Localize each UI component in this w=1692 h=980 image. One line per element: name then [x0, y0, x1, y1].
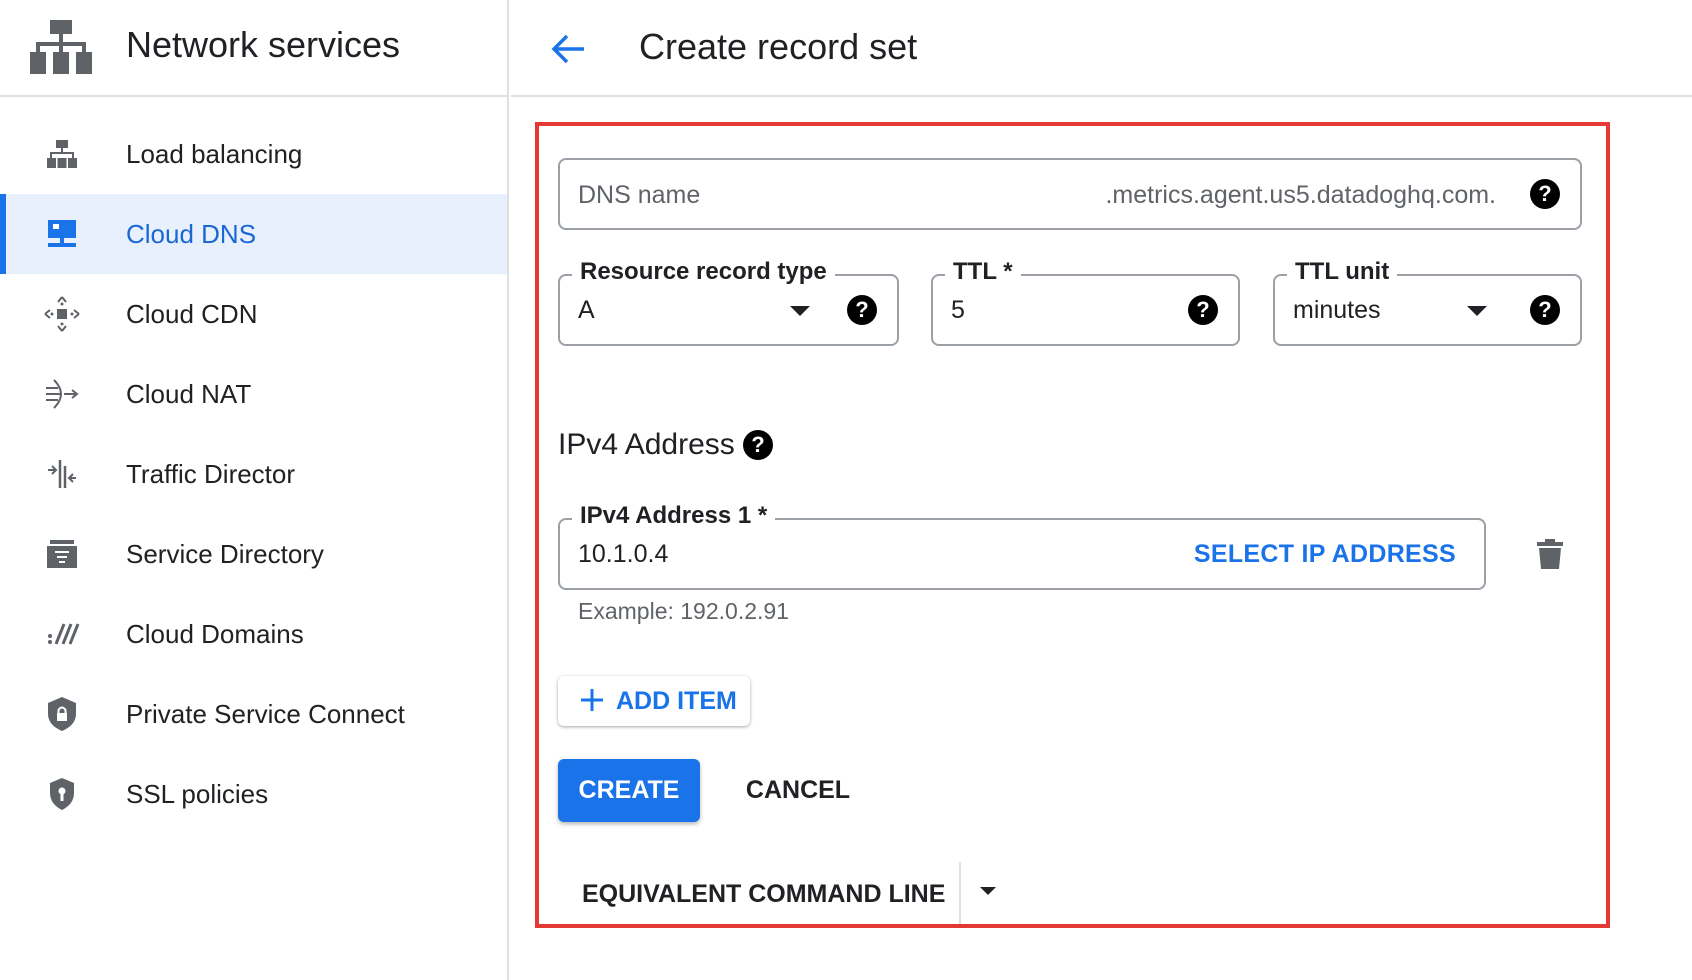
- trash-icon[interactable]: [1536, 538, 1564, 570]
- ttl-value: 5: [951, 296, 965, 324]
- chevron-down-icon: [980, 887, 996, 895]
- sidebar-item-traffic-director[interactable]: Traffic Director: [0, 434, 507, 514]
- sidebar: Network services Load balancing Cloud DN…: [0, 0, 509, 980]
- cloud-cdn-icon: [44, 296, 80, 332]
- sidebar-item-label: SSL policies: [126, 778, 269, 809]
- ttl-unit-value: minutes: [1293, 296, 1381, 324]
- ttl-unit-label: TTL unit: [1287, 258, 1398, 286]
- traffic-director-icon: [48, 460, 76, 488]
- help-icon[interactable]: ?: [1530, 179, 1560, 209]
- cloud-nat-icon: [46, 379, 79, 409]
- network-services-icon: [30, 20, 92, 74]
- sidebar-item-service-directory[interactable]: Service Directory: [0, 514, 507, 594]
- divider: [959, 862, 961, 924]
- sidebar-item-private-service-connect[interactable]: Private Service Connect: [0, 674, 507, 754]
- help-icon[interactable]: ?: [847, 295, 877, 325]
- sidebar-item-cloud-nat[interactable]: Cloud NAT: [0, 354, 507, 434]
- main-header: Create record set: [511, 0, 1692, 97]
- ttl-input[interactable]: TTL * 5 ?: [931, 258, 1240, 346]
- chevron-down-icon: [1467, 306, 1487, 316]
- resource-record-type-label: Resource record type: [572, 258, 835, 286]
- sidebar-item-label: Load balancing: [126, 138, 303, 169]
- dns-name-suffix: .metrics.agent.us5.datadoghq.com.: [1105, 181, 1496, 209]
- ipv4-section-title: IPv4 Address: [558, 428, 735, 461]
- sidebar-item-label: Cloud DNS: [126, 218, 257, 249]
- ttl-unit-select[interactable]: TTL unit minutes ?: [1273, 258, 1582, 346]
- command-line-dropdown-button[interactable]: [968, 870, 1008, 914]
- ipv4-address-label: IPv4 Address 1 *: [572, 502, 776, 530]
- product-title: Network services: [126, 24, 401, 65]
- sidebar-item-label: Cloud NAT: [126, 378, 252, 409]
- create-button[interactable]: CREATE: [558, 759, 700, 822]
- sidebar-item-cloud-domains[interactable]: Cloud Domains: [0, 594, 507, 674]
- sidebar-item-ssl-policies[interactable]: SSL policies: [0, 754, 507, 834]
- sidebar-item-cloud-cdn[interactable]: Cloud CDN: [0, 274, 507, 354]
- page-title: Create record set: [639, 26, 918, 67]
- equivalent-command-line-button[interactable]: EQUIVALENT COMMAND LINE: [558, 860, 958, 920]
- load-balancing-icon: [47, 140, 77, 168]
- ssl-policies-icon: [50, 778, 74, 810]
- cloud-dns-icon: [48, 220, 76, 247]
- add-item-button[interactable]: ADD ITEM: [558, 676, 750, 726]
- chevron-down-icon: [790, 306, 810, 316]
- private-service-connect-icon: [48, 697, 76, 731]
- sidebar-item-label: Cloud Domains: [126, 618, 304, 649]
- resource-record-type-value: A: [578, 296, 595, 324]
- sidebar-item-load-balancing[interactable]: Load balancing: [0, 114, 507, 194]
- resource-record-type-select[interactable]: Resource record type A ?: [558, 258, 899, 346]
- service-directory-icon: [47, 540, 77, 568]
- cancel-button[interactable]: CANCEL: [738, 759, 858, 822]
- ipv4-address-value: 10.1.0.4: [578, 540, 669, 568]
- select-ip-address-button[interactable]: SELECT IP ADDRESS: [1194, 540, 1456, 569]
- ipv4-address-field[interactable]: IPv4 Address 1 * 10.1.0.4 SELECT IP ADDR…: [558, 502, 1486, 590]
- sidebar-header: Network services: [0, 0, 507, 97]
- plus-icon: [581, 689, 603, 711]
- sidebar-item-label: Traffic Director: [126, 458, 296, 489]
- sidebar-item-label: Service Directory: [126, 538, 324, 569]
- sidebar-item-label: Cloud CDN: [126, 298, 258, 329]
- ipv4-address-hint: Example: 192.0.2.91: [578, 598, 789, 624]
- sidebar-item-label: Private Service Connect: [126, 698, 405, 729]
- help-icon[interactable]: ?: [743, 430, 773, 460]
- dns-name-placeholder: DNS name: [578, 181, 701, 209]
- help-icon[interactable]: ?: [1530, 295, 1560, 325]
- ttl-label: TTL *: [945, 258, 1021, 286]
- add-item-label: ADD ITEM: [616, 687, 737, 715]
- back-arrow-icon[interactable]: [546, 27, 590, 71]
- dns-name-field[interactable]: DNS name .metrics.agent.us5.datadoghq.co…: [558, 158, 1582, 230]
- help-icon[interactable]: ?: [1188, 295, 1218, 325]
- cloud-domains-icon: [48, 623, 80, 645]
- sidebar-nav: Load balancing Cloud DNS Cloud CDN Cloud…: [0, 114, 507, 834]
- equivalent-command-line-label: EQUIVALENT COMMAND LINE: [582, 880, 946, 908]
- sidebar-item-cloud-dns[interactable]: Cloud DNS: [0, 194, 507, 274]
